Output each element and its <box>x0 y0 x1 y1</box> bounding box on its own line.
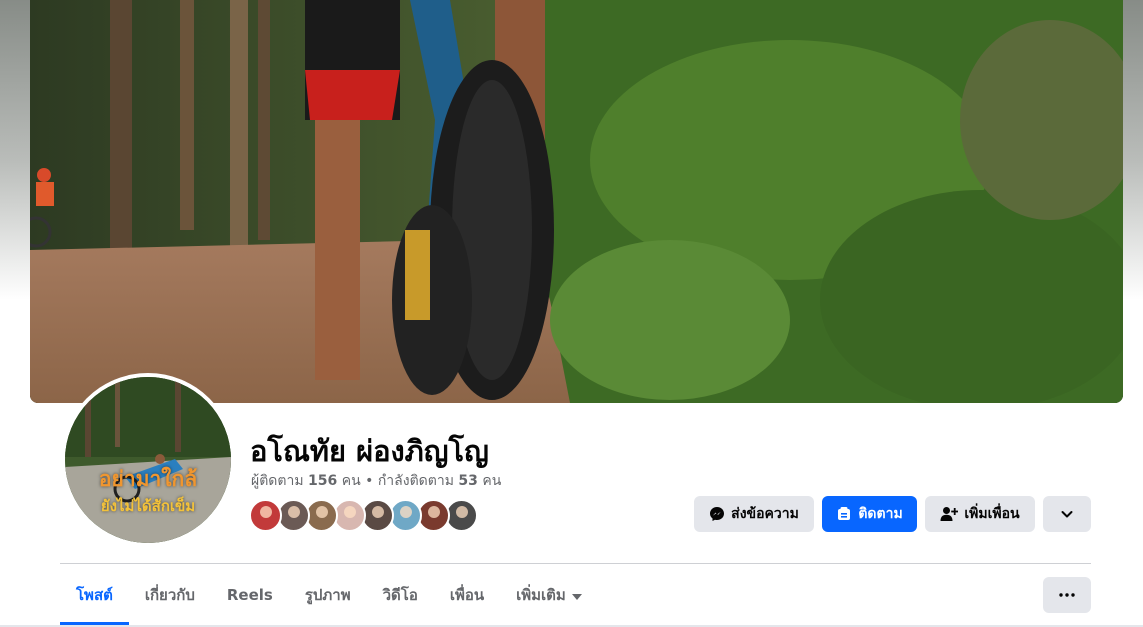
tab-label: รูปภาพ <box>304 586 351 604</box>
tab-label: เพิ่มเติม <box>516 586 566 604</box>
tab-item[interactable]: รูปภาพ <box>289 565 367 625</box>
following-label[interactable]: กำลังติดตาม <box>378 473 454 489</box>
avatar-photo: อย่ามาใกล้ ยังไม่ได้สักเข็ม <box>65 377 231 543</box>
add-friend-label: เพิ่มเพื่อน <box>964 506 1020 522</box>
chevron-down-icon <box>1060 507 1074 521</box>
profile-divider <box>60 563 1091 564</box>
following-unit: คน <box>482 473 502 489</box>
follow-icon <box>836 506 852 522</box>
messenger-icon <box>709 506 725 522</box>
tab-item[interactable]: เพื่อน <box>434 565 500 625</box>
ellipsis-icon <box>1059 593 1075 597</box>
profile-avatar[interactable]: อย่ามาใกล้ ยังไม่ได้สักเข็ม <box>61 373 235 547</box>
stats-separator: • <box>365 473 374 489</box>
followers-label[interactable]: ผู้ติดตาม <box>251 473 304 489</box>
tab-label: วิดีโอ <box>382 586 418 604</box>
tab-label: เพื่อน <box>449 586 485 604</box>
tab-label: Reels <box>226 586 273 604</box>
send-message-label: ส่งข้อความ <box>731 506 799 522</box>
tab-item[interactable]: เกี่ยวกับ <box>129 565 211 625</box>
profile-tabs: โพสต์ เกี่ยวกับ Reels รูปภาพ วิดีโอ เพื่อน เพิ… <box>60 565 598 625</box>
tab-item[interactable]: วิดีโอ <box>367 565 434 625</box>
profile-page: อย่ามาใกล้ ยังไม่ได้สักเข็ม อโณทัย ผ่องภ… <box>0 0 1143 627</box>
more-options-button[interactable] <box>1043 496 1091 532</box>
add-friend-button[interactable]: เพิ่มเพื่อน <box>925 496 1035 532</box>
follow-label: ติดตาม <box>858 506 903 522</box>
followers-count[interactable]: 156 <box>308 473 337 489</box>
mutual-friends-avatars <box>249 499 478 533</box>
tab-label: โพสต์ <box>76 586 113 604</box>
friend-avatar[interactable] <box>249 499 282 532</box>
send-message-button[interactable]: ส่งข้อความ <box>694 496 814 532</box>
tabs-more-menu-button[interactable] <box>1043 577 1091 613</box>
add-friend-icon <box>940 506 959 522</box>
avatar-caption-line2: ยังไม่ได้สักเข็ม <box>100 497 196 515</box>
caret-down-icon <box>571 586 582 604</box>
follow-button[interactable]: ติดตาม <box>822 496 917 532</box>
follow-stats: ผู้ติดตาม 156 คน • กำลังติดตาม 53 คน <box>251 470 501 492</box>
tab-item[interactable]: โพสต์ <box>60 565 129 625</box>
following-count[interactable]: 53 <box>458 473 477 489</box>
profile-name: อโณทัย ผ่องภิญโญ <box>250 434 489 468</box>
tab-label: เกี่ยวกับ <box>144 586 195 604</box>
tab-item[interactable]: Reels <box>211 565 289 625</box>
avatar-caption-line1: อย่ามาใกล้ <box>98 467 198 491</box>
cover-photo[interactable] <box>30 0 1123 403</box>
tab-item[interactable]: เพิ่มเติม <box>500 565 598 625</box>
followers-unit: คน <box>341 473 361 489</box>
